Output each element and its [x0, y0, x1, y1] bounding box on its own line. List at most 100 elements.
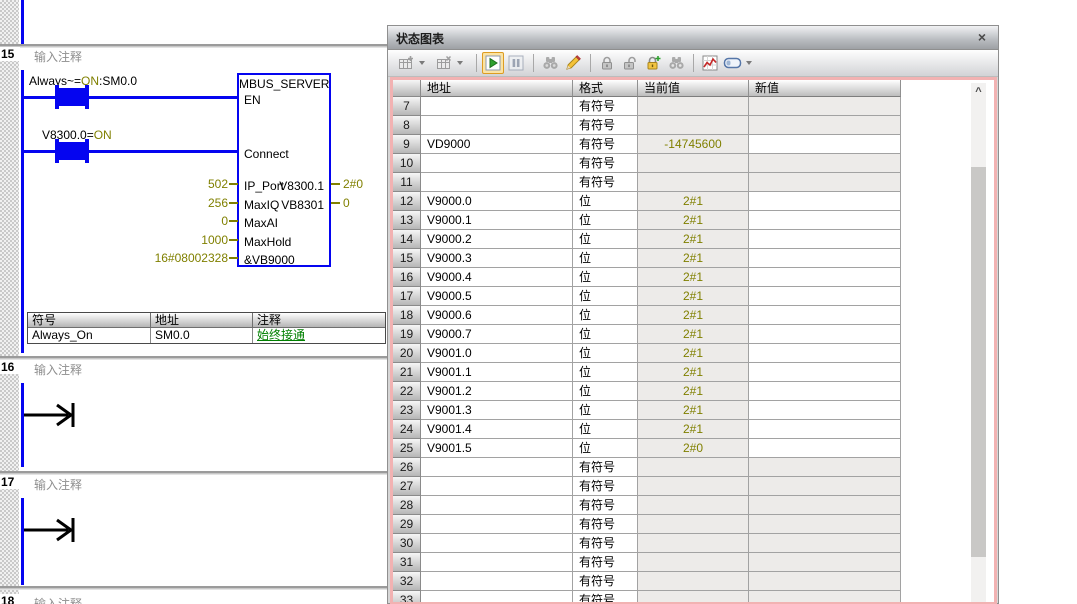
new-value-cell[interactable]	[749, 363, 901, 382]
address-column-header[interactable]: 地址	[421, 80, 573, 97]
format-cell[interactable]: 位	[573, 192, 638, 211]
new-value-cell[interactable]	[749, 192, 901, 211]
row-number[interactable]: 8	[393, 116, 421, 135]
address-cell[interactable]	[421, 553, 573, 572]
contact-always-on[interactable]	[55, 85, 89, 109]
new-value-cell[interactable]	[749, 230, 901, 249]
new-value-cell[interactable]	[749, 154, 901, 173]
new-value-cell[interactable]	[749, 401, 901, 420]
row-number[interactable]: 31	[393, 553, 421, 572]
row-number[interactable]: 7	[393, 97, 421, 116]
format-cell[interactable]: 有符号	[573, 97, 638, 116]
format-cell[interactable]: 位	[573, 363, 638, 382]
address-tag-button[interactable]	[722, 52, 744, 74]
row-number[interactable]: 18	[393, 306, 421, 325]
unforce-button[interactable]	[619, 52, 641, 74]
address-cell[interactable]: V9001.4	[421, 420, 573, 439]
format-cell[interactable]: 位	[573, 287, 638, 306]
format-cell[interactable]: 位	[573, 306, 638, 325]
address-cell[interactable]: V9001.0	[421, 344, 573, 363]
new-value-cell[interactable]	[749, 591, 901, 604]
address-cell[interactable]: VD9000	[421, 135, 573, 154]
format-cell[interactable]: 有符号	[573, 572, 638, 591]
scroll-up-icon[interactable]: ^	[971, 85, 986, 99]
current-value-column-header[interactable]: 当前值	[638, 80, 749, 97]
new-value-cell[interactable]	[749, 572, 901, 591]
vertical-scrollbar[interactable]: ^	[971, 83, 986, 604]
row-number[interactable]: 25	[393, 439, 421, 458]
row-number[interactable]: 10	[393, 154, 421, 173]
open-rung-arrow[interactable]	[24, 516, 78, 544]
window-titlebar[interactable]: 状态图表 ×	[388, 26, 998, 50]
force-button[interactable]	[596, 52, 618, 74]
write-all-button[interactable]	[562, 52, 584, 74]
new-value-cell[interactable]	[749, 344, 901, 363]
address-cell[interactable]	[421, 477, 573, 496]
format-cell[interactable]: 有符号	[573, 173, 638, 192]
address-cell[interactable]: V9000.3	[421, 249, 573, 268]
row-number[interactable]: 23	[393, 401, 421, 420]
format-cell[interactable]: 位	[573, 230, 638, 249]
format-column-header[interactable]: 格式	[573, 80, 638, 97]
address-cell[interactable]	[421, 515, 573, 534]
address-cell[interactable]	[421, 591, 573, 604]
row-number[interactable]: 29	[393, 515, 421, 534]
row-number[interactable]: 21	[393, 363, 421, 382]
address-cell[interactable]: V9000.2	[421, 230, 573, 249]
unforce-all-button[interactable]	[642, 52, 664, 74]
row-number[interactable]: 20	[393, 344, 421, 363]
row-number[interactable]: 19	[393, 325, 421, 344]
new-value-cell[interactable]	[749, 325, 901, 344]
open-rung-arrow[interactable]	[24, 401, 78, 429]
address-cell[interactable]	[421, 496, 573, 515]
new-value-cell[interactable]	[749, 515, 901, 534]
address-cell[interactable]: V9000.6	[421, 306, 573, 325]
mbus-server-block[interactable]: MBUS_SERVER EN Connect IP_Port V8300.1 M…	[237, 73, 331, 267]
pause-trend-button[interactable]	[505, 52, 527, 74]
network-comment[interactable]: 输入注释	[34, 48, 82, 65]
row-number[interactable]: 27	[393, 477, 421, 496]
address-cell[interactable]: V9001.5	[421, 439, 573, 458]
new-value-cell[interactable]	[749, 97, 901, 116]
format-cell[interactable]: 位	[573, 401, 638, 420]
address-cell[interactable]	[421, 116, 573, 135]
insert-row-button[interactable]	[395, 52, 417, 74]
dropdown-caret-icon[interactable]	[457, 61, 463, 65]
row-number[interactable]: 30	[393, 534, 421, 553]
address-cell[interactable]: V9000.7	[421, 325, 573, 344]
format-cell[interactable]: 位	[573, 249, 638, 268]
address-cell[interactable]	[421, 173, 573, 192]
new-value-cell[interactable]	[749, 211, 901, 230]
scrollbar-thumb[interactable]	[971, 167, 986, 557]
format-cell[interactable]: 有符号	[573, 553, 638, 572]
new-value-cell[interactable]	[749, 173, 901, 192]
row-number[interactable]: 33	[393, 591, 421, 604]
format-cell[interactable]: 位	[573, 439, 638, 458]
new-value-cell[interactable]	[749, 534, 901, 553]
close-icon[interactable]: ×	[974, 29, 990, 45]
row-number[interactable]: 15	[393, 249, 421, 268]
row-number[interactable]: 12	[393, 192, 421, 211]
new-value-cell[interactable]	[749, 287, 901, 306]
new-value-cell[interactable]	[749, 439, 901, 458]
new-value-cell[interactable]	[749, 249, 901, 268]
address-cell[interactable]	[421, 572, 573, 591]
address-cell[interactable]: V9001.3	[421, 401, 573, 420]
address-cell[interactable]	[421, 154, 573, 173]
row-number[interactable]: 9	[393, 135, 421, 154]
row-number[interactable]: 32	[393, 572, 421, 591]
row-number[interactable]: 17	[393, 287, 421, 306]
format-cell[interactable]: 位	[573, 382, 638, 401]
row-number[interactable]: 16	[393, 268, 421, 287]
dropdown-caret-icon[interactable]	[419, 61, 425, 65]
address-cell[interactable]: V9001.2	[421, 382, 573, 401]
new-value-cell[interactable]	[749, 268, 901, 287]
row-number[interactable]: 26	[393, 458, 421, 477]
new-value-cell[interactable]	[749, 496, 901, 515]
network-comment[interactable]: 输入注释	[34, 361, 82, 378]
new-value-cell[interactable]	[749, 420, 901, 439]
format-cell[interactable]: 有符号	[573, 477, 638, 496]
new-value-cell[interactable]	[749, 458, 901, 477]
trend-view-button[interactable]	[699, 52, 721, 74]
format-cell[interactable]: 位	[573, 344, 638, 363]
